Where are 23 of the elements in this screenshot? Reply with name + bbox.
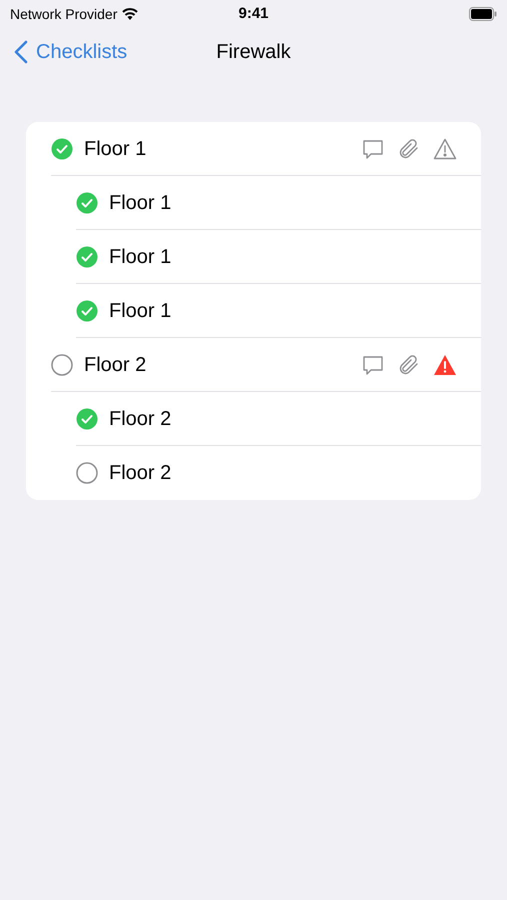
battery-icon [469, 7, 497, 21]
warning-icon[interactable] [433, 138, 457, 160]
empty-circle-icon[interactable] [51, 354, 73, 376]
checkmark-icon[interactable] [51, 138, 73, 160]
checkmark-icon[interactable] [76, 300, 98, 322]
checkmark-icon[interactable] [76, 246, 98, 268]
empty-circle-icon[interactable] [76, 462, 98, 484]
back-button[interactable]: Checklists [14, 37, 128, 67]
item-label: Floor 1 [109, 298, 172, 324]
wifi-icon [121, 7, 140, 21]
carrier-label: Network Provider [10, 4, 118, 24]
item-label: Floor 1 [84, 136, 148, 162]
item-label: Floor 1 [109, 244, 172, 270]
checkmark-icon[interactable] [76, 192, 98, 214]
status-time: 9:41 [238, 4, 269, 24]
warning-icon[interactable] [433, 354, 457, 376]
item-label: Floor 2 [84, 352, 148, 378]
checkmark-icon[interactable] [76, 408, 98, 430]
item-label: Floor 1 [109, 190, 172, 216]
screen-title: Firewalk [216, 40, 291, 65]
item-label: Floor 2 [109, 461, 172, 486]
item-label: Floor 2 [109, 406, 172, 432]
chevron-left-icon [14, 40, 28, 64]
